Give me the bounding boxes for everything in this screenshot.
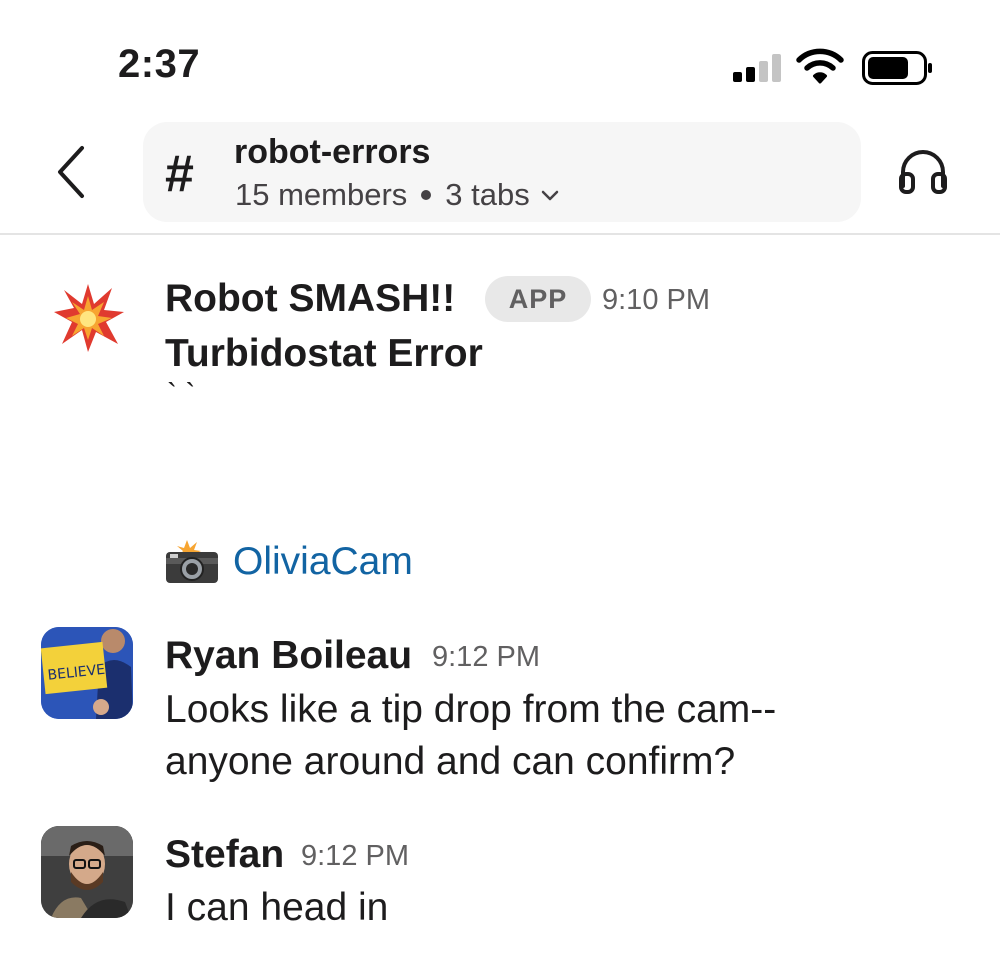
channel-name: robot-errors (234, 133, 431, 171)
separator-dot (421, 190, 432, 200)
message-author[interactable]: Robot SMASH!! (165, 277, 455, 321)
attachment-link-row[interactable]: OliviaCam (165, 540, 413, 584)
member-count: 15 members (235, 177, 408, 212)
tab-count: 3 tabs (445, 177, 530, 212)
headphones-icon[interactable] (897, 146, 949, 196)
believe-poster-avatar-image: BELIEVE (41, 627, 133, 719)
wifi-icon (796, 48, 844, 84)
message-time: 9:12 PM (301, 840, 409, 872)
header-divider (0, 233, 1000, 235)
avatar[interactable]: BELIEVE (41, 627, 133, 719)
chevron-down-icon (541, 190, 558, 201)
cellular-signal-icon (733, 54, 781, 82)
camera-flash-emoji-icon (166, 540, 218, 583)
battery-icon (862, 51, 932, 85)
oliviacam-link[interactable]: OliviaCam (233, 540, 413, 584)
message-author[interactable]: Ryan Boileau (165, 634, 412, 678)
message-code-fragment: ` ` (167, 378, 196, 411)
message-line: Looks like a tip drop from the cam-- (165, 688, 777, 731)
message-time: 9:10 PM (602, 284, 710, 316)
message-title: Turbidostat Error (165, 332, 483, 375)
channel-meta[interactable]: 15 members 3 tabs (235, 177, 560, 213)
message-line: I can head in (165, 886, 389, 929)
channel-hash-icon: # (165, 145, 194, 203)
back-chevron-icon[interactable] (52, 142, 92, 202)
status-time: 2:37 (118, 42, 201, 86)
avatar[interactable] (41, 826, 133, 918)
stefan-photo-avatar-image (41, 826, 133, 918)
message-time: 9:12 PM (432, 641, 540, 673)
collision-emoji-icon[interactable] (52, 282, 124, 354)
app-badge: APP (485, 276, 591, 322)
message-author[interactable]: Stefan (165, 833, 284, 877)
message-line: anyone around and can confirm? (165, 740, 736, 783)
